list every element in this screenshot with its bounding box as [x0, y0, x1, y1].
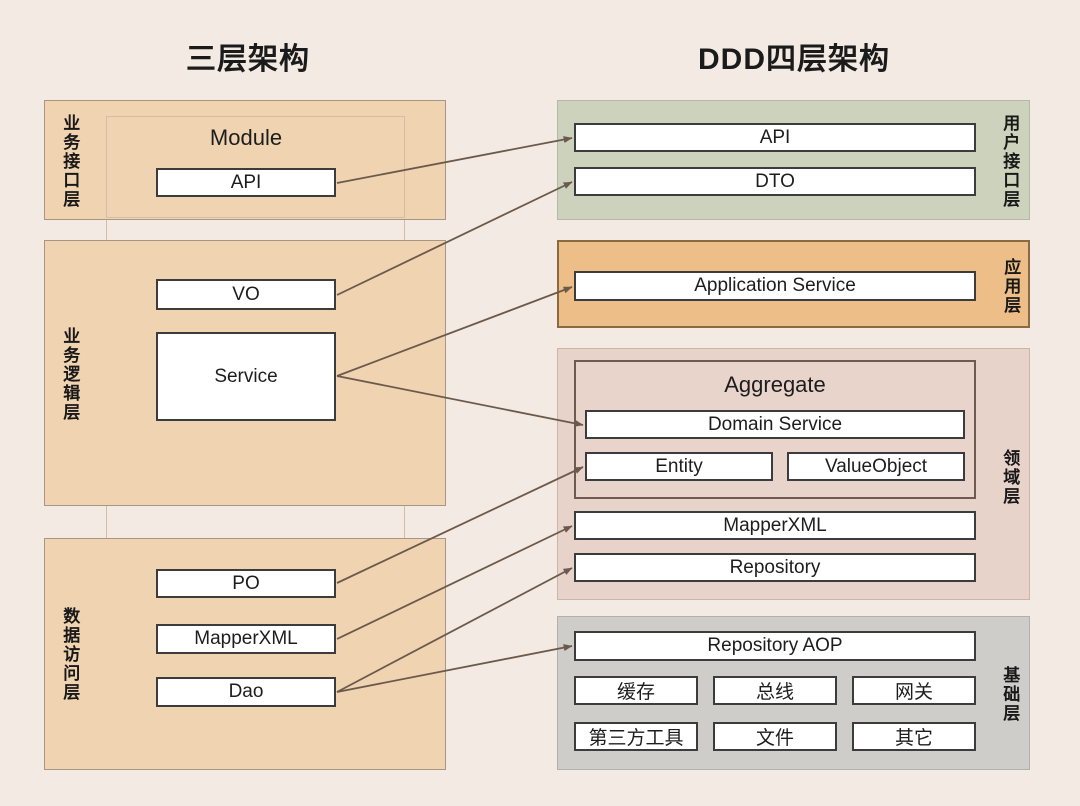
- ddd-layer-label-infrastructure: 基础层: [1000, 665, 1020, 723]
- left-layer-label-data-access: 数据访问层: [60, 606, 80, 702]
- ddd-item-cache[interactable]: 缓存: [574, 676, 698, 705]
- ddd-item-third-party-tools[interactable]: 第三方工具: [574, 722, 698, 751]
- ddd-item-domain-service[interactable]: Domain Service: [585, 410, 965, 439]
- ddd-item-repository[interactable]: Repository: [574, 553, 976, 582]
- ddd-layer-label-application: 应用层: [1001, 257, 1021, 315]
- right-diagram-title: DDD四层架构: [698, 43, 890, 76]
- left-item-service[interactable]: Service: [156, 332, 336, 421]
- ddd-item-file[interactable]: 文件: [713, 722, 837, 751]
- ddd-item-entity[interactable]: Entity: [585, 452, 773, 481]
- left-layer-label-business-interface: 业务接口层: [60, 113, 80, 209]
- ddd-item-mapperxml[interactable]: MapperXML: [574, 511, 976, 540]
- ddd-item-application-service[interactable]: Application Service: [574, 271, 976, 301]
- ddd-item-bus[interactable]: 总线: [713, 676, 837, 705]
- ddd-item-dto[interactable]: DTO: [574, 167, 976, 196]
- diagram-canvas: 三层架构 DDD四层架构 业务接口层 Module API 业务逻辑层 VO S…: [0, 0, 1080, 806]
- left-item-vo[interactable]: VO: [156, 279, 336, 310]
- left-item-mapperxml[interactable]: MapperXML: [156, 624, 336, 654]
- module-group-title: Module: [209, 125, 283, 150]
- left-item-po[interactable]: PO: [156, 569, 336, 598]
- left-item-dao[interactable]: Dao: [156, 677, 336, 707]
- ddd-item-other[interactable]: 其它: [852, 722, 976, 751]
- ddd-layer-label-user-interface: 用户接口层: [1000, 113, 1020, 209]
- ddd-item-api[interactable]: API: [574, 123, 976, 152]
- ddd-item-gateway[interactable]: 网关: [852, 676, 976, 705]
- left-item-api[interactable]: API: [156, 168, 336, 197]
- left-diagram-title: 三层架构: [186, 43, 310, 76]
- left-layer-label-business-logic: 业务逻辑层: [60, 326, 80, 422]
- ddd-item-repository-aop[interactable]: Repository AOP: [574, 631, 976, 661]
- ddd-layer-user-interface: 用户接口层: [557, 100, 1030, 220]
- ddd-layer-label-domain: 领域层: [1000, 448, 1020, 506]
- ddd-item-valueobject[interactable]: ValueObject: [787, 452, 965, 481]
- aggregate-group-title: Aggregate: [724, 372, 826, 397]
